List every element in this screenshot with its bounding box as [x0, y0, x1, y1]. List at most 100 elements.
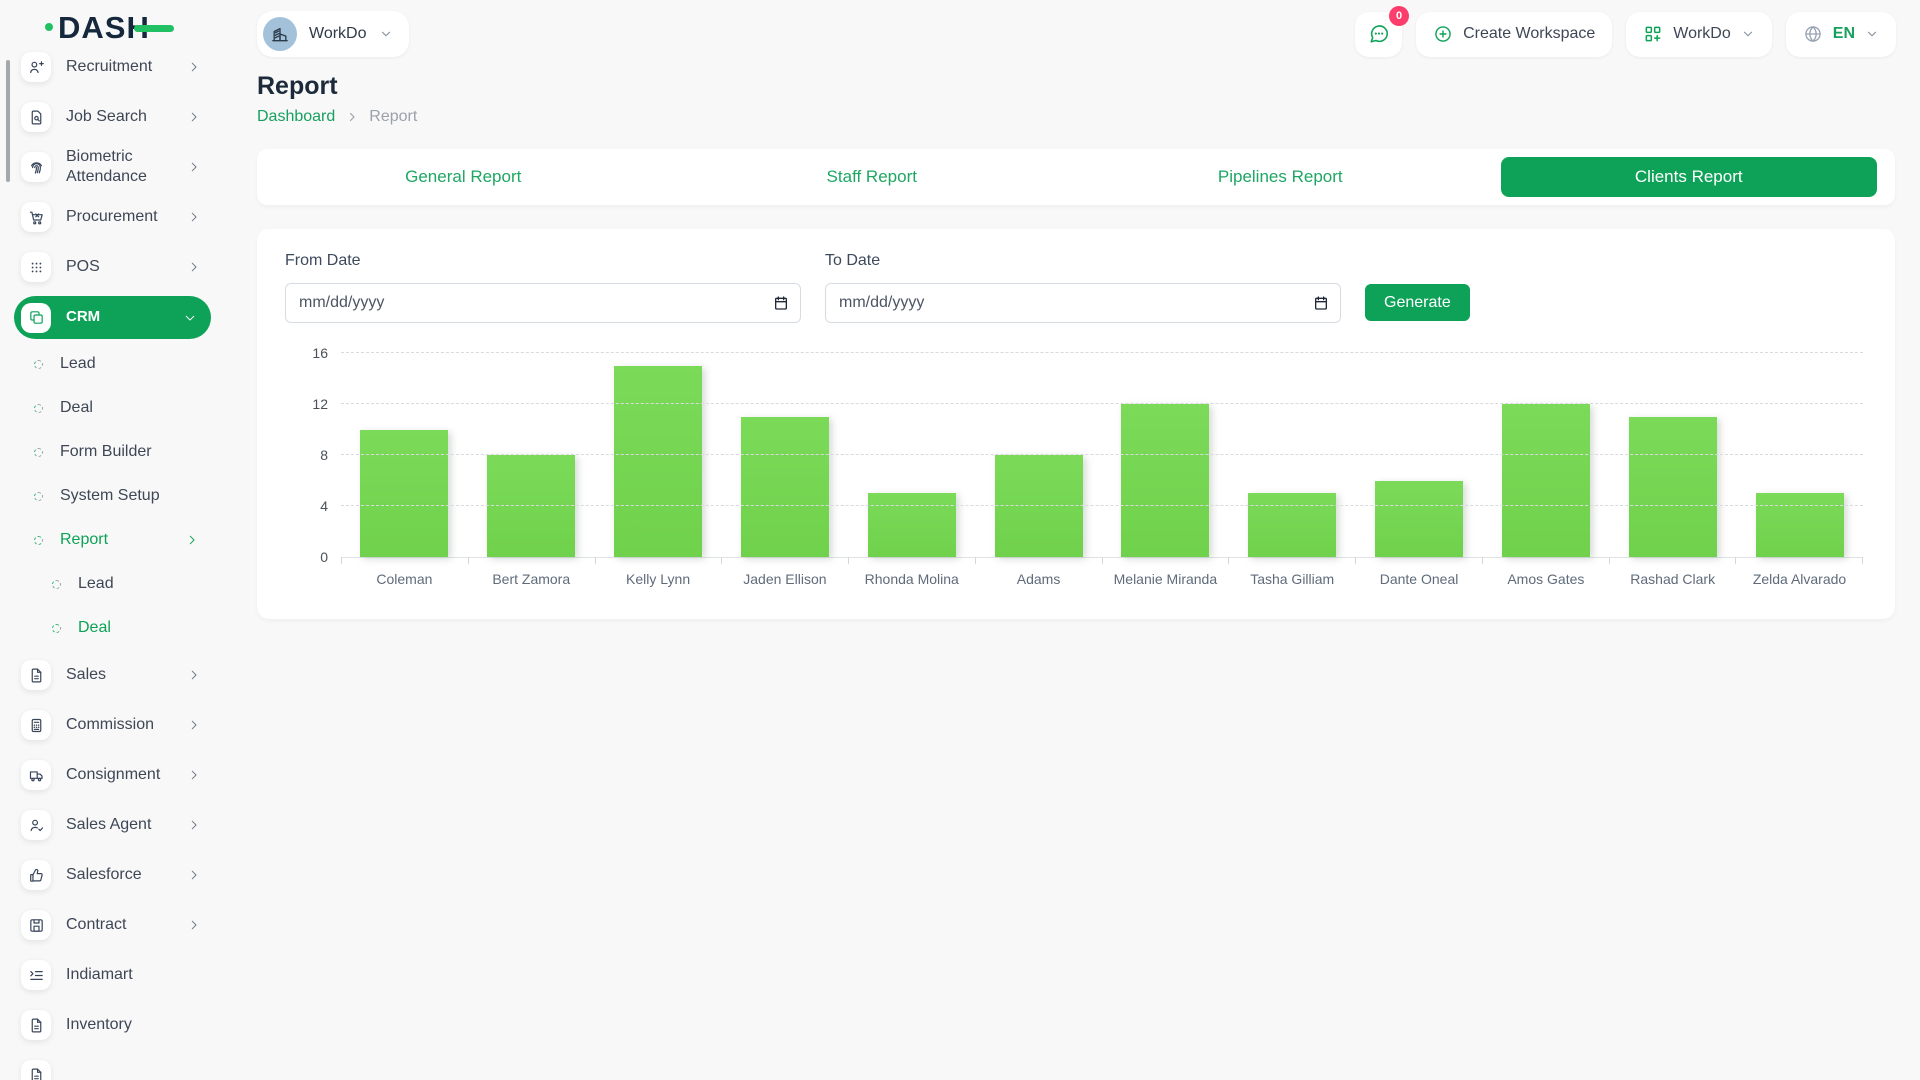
sidebar-item-deal-sub[interactable]: Deal: [0, 386, 227, 430]
layers-icon: [21, 303, 51, 333]
chevron-right-icon: [187, 718, 201, 732]
sidebar-item-recruitment[interactable]: Recruitment: [0, 50, 227, 92]
bar-zelda-alvarado[interactable]: [1756, 493, 1844, 557]
workdo-apps-menu[interactable]: WorkDo: [1626, 12, 1772, 57]
topbar-actions: 0 Create Workspace WorkDo EN: [1355, 12, 1896, 57]
chevron-right-icon: [187, 110, 201, 124]
bullet-icon: [34, 492, 43, 501]
sidebar-item-inventory[interactable]: Inventory: [0, 1000, 227, 1050]
sidebar-item-system-setup-sub[interactable]: System Setup: [0, 474, 227, 518]
sidebar-item-consignment[interactable]: Consignment: [0, 750, 227, 800]
language-label: EN: [1833, 25, 1855, 43]
tab-staff-report[interactable]: Staff Report: [684, 157, 1061, 197]
bullet-icon: [34, 404, 43, 413]
workspace-switcher[interactable]: WorkDo: [257, 11, 409, 57]
from-date-input[interactable]: [285, 283, 801, 323]
bar-rhonda-molina[interactable]: [868, 493, 956, 557]
sidebar-item-lead-sub[interactable]: Lead: [0, 342, 227, 386]
create-workspace-label: Create Workspace: [1463, 25, 1595, 43]
tab-pipelines-report[interactable]: Pipelines Report: [1092, 157, 1469, 197]
sidebar-item-pos[interactable]: POS: [0, 242, 227, 292]
chart-category-label: Melanie Miranda: [1102, 571, 1229, 587]
bar-amos-gates[interactable]: [1502, 404, 1590, 557]
tab-general-report[interactable]: General Report: [275, 157, 652, 197]
sidebar-item-commission[interactable]: Commission: [0, 700, 227, 750]
sidebar-item-procurement[interactable]: Procurement: [0, 192, 227, 242]
chart-y-tick-label: 8: [320, 447, 328, 463]
globe-icon: [1803, 24, 1823, 44]
chart-slot: [595, 353, 722, 557]
sidebar-item-form-builder-sub[interactable]: Form Builder: [0, 430, 227, 474]
logo-bar-accent: [134, 25, 174, 32]
chevron-right-icon: [346, 111, 358, 123]
bar-tasha-gilliam[interactable]: [1248, 493, 1336, 557]
to-date-field: To Date: [825, 252, 1341, 323]
thumbs-up-icon: [21, 860, 51, 890]
chart-x-tick: [1355, 557, 1482, 564]
sidebar-item-partial[interactable]: [0, 1050, 227, 1080]
chart-category-label: Tasha Gilliam: [1229, 571, 1356, 587]
sidebar-item-contract[interactable]: Contract: [0, 900, 227, 950]
file-icon: [21, 1010, 51, 1040]
chart-slot: [1482, 353, 1609, 557]
building-icon: [263, 17, 297, 51]
logo-dot-accent: [45, 23, 53, 31]
filter-row: From Date To Date: [285, 252, 1867, 323]
report-tabs: General Report Staff Report Pipelines Repo…: [257, 149, 1895, 205]
tab-clients-report[interactable]: Clients Report: [1501, 157, 1878, 197]
sidebar-item-lead-sub[interactable]: Lead: [0, 562, 227, 606]
bar-rashad-clark[interactable]: [1629, 417, 1717, 557]
sidebar-item-deal-sub[interactable]: Deal: [0, 606, 227, 650]
sidebar-item-biometric-attendance[interactable]: Biometric Attendance: [0, 142, 227, 192]
chevron-right-icon: [187, 160, 201, 174]
chart-x-tick: [1228, 557, 1355, 564]
chart-slot: [975, 353, 1102, 557]
language-menu[interactable]: EN: [1786, 12, 1896, 57]
chart-gridline: [341, 403, 1863, 404]
chart-y-tick-label: 4: [320, 498, 328, 514]
chart-category-label: Rashad Clark: [1609, 571, 1736, 587]
bar-adams[interactable]: [995, 455, 1083, 557]
chart-slot: [1102, 353, 1229, 557]
chart-x-tick: [1735, 557, 1863, 564]
sidebar-item-report-sub[interactable]: Report: [0, 518, 227, 562]
plus-circle-icon: [1433, 24, 1453, 44]
bar-melanie-miranda[interactable]: [1121, 404, 1209, 557]
bar-jaden-ellison[interactable]: [741, 417, 829, 557]
bar-dante-oneal[interactable]: [1375, 481, 1463, 558]
sidebar-item-job-search[interactable]: Job Search: [0, 92, 227, 142]
chart-slot: [848, 353, 975, 557]
generate-button[interactable]: Generate: [1365, 284, 1470, 321]
calendar-icon[interactable]: [773, 295, 789, 311]
breadcrumb-dashboard-link[interactable]: Dashboard: [257, 108, 335, 126]
chevron-down-icon: [183, 311, 197, 325]
sidebar-item-indiamart[interactable]: Indiamart: [0, 950, 227, 1000]
app-root: DASH RecruitmentJob SearchBiometric Atte…: [0, 0, 1920, 1080]
cart-icon: [21, 202, 51, 232]
file-icon: [21, 660, 51, 690]
chevron-right-icon: [187, 260, 201, 274]
bar-bert-zamora[interactable]: [487, 455, 575, 557]
messages-button[interactable]: 0: [1355, 12, 1402, 57]
sidebar-item-sales-agent[interactable]: Sales Agent: [0, 800, 227, 850]
to-date-label: To Date: [825, 252, 1341, 270]
chart-bars: [341, 353, 1863, 557]
from-date-field: From Date: [285, 252, 801, 323]
to-date-input[interactable]: [825, 283, 1341, 323]
chart-slot: [1609, 353, 1736, 557]
grid-plus-icon: [1643, 24, 1663, 44]
chevron-right-icon: [185, 533, 199, 547]
sidebar-item-sales[interactable]: Sales: [0, 650, 227, 700]
chevron-right-icon: [187, 868, 201, 882]
sidebar-item-salesforce[interactable]: Salesforce: [0, 850, 227, 900]
chart-category-label: Kelly Lynn: [595, 571, 722, 587]
chevron-right-icon: [187, 818, 201, 832]
user-plus-icon: [21, 52, 51, 82]
bar-coleman[interactable]: [360, 430, 448, 558]
sidebar-item-crm[interactable]: CRM: [14, 296, 211, 339]
calendar-icon[interactable]: [1313, 295, 1329, 311]
chart-category-label: Dante Oneal: [1356, 571, 1483, 587]
app-logo[interactable]: DASH: [0, 0, 227, 56]
create-workspace-button[interactable]: Create Workspace: [1416, 12, 1612, 57]
bar-kelly-lynn[interactable]: [614, 366, 702, 557]
